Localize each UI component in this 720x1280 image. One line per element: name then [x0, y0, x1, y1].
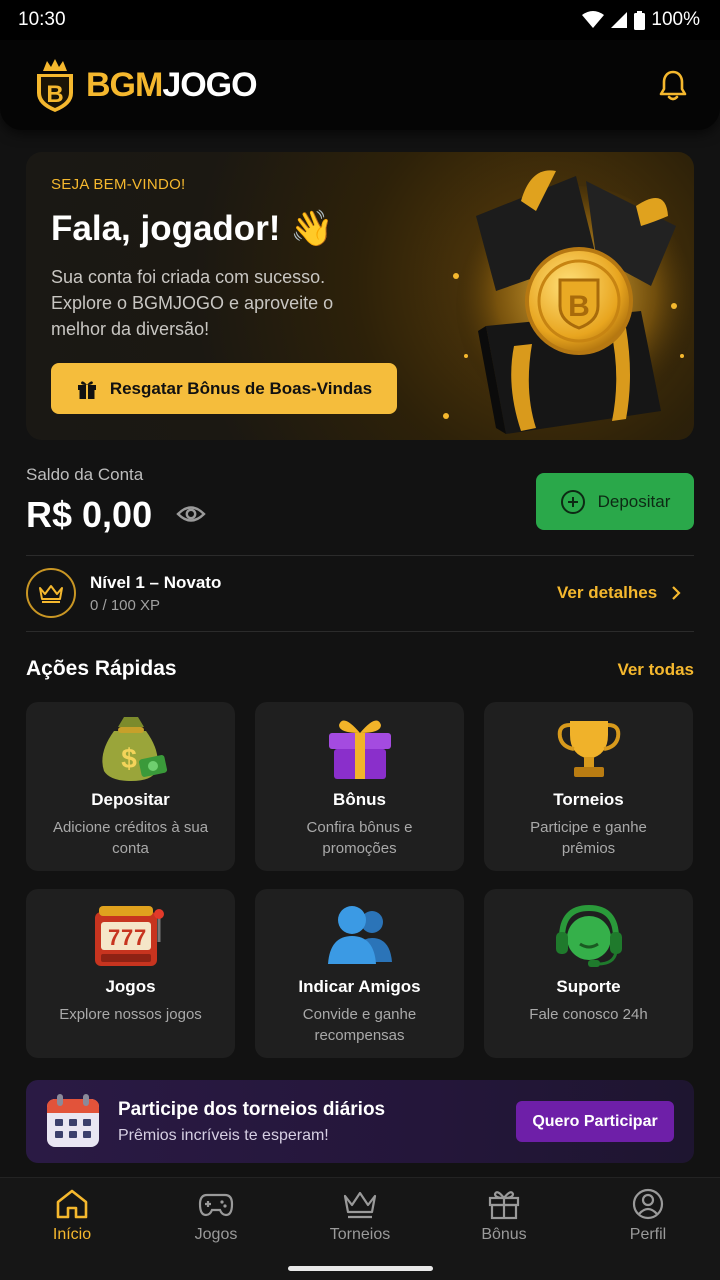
bell-icon[interactable]: [658, 69, 688, 101]
nav-label: Bônus: [481, 1226, 527, 1243]
nav-tournaments[interactable]: Torneios: [288, 1178, 432, 1258]
status-icons: 100%: [582, 9, 700, 31]
nav-profile[interactable]: Perfil: [576, 1178, 720, 1258]
quick-action-desc: Fale conosco 24h: [529, 1006, 648, 1023]
app-header: B BGMJOGO: [0, 40, 720, 130]
claim-welcome-bonus-label: Resgatar Bônus de Boas-Vindas: [109, 378, 373, 398]
quick-action-desc: Participe e ganhe prêmios: [530, 819, 647, 857]
quick-action-title: Suporte: [556, 977, 621, 996]
crown-icon: [39, 585, 63, 603]
divider: [26, 555, 694, 556]
nav-home[interactable]: Início: [0, 1178, 144, 1258]
quick-action-desc: Convide e ganhe recompensas: [302, 1006, 417, 1044]
quick-action-desc: Confira bônus e promoções: [306, 819, 413, 857]
battery-icon: [634, 10, 646, 30]
join-tournament-button[interactable]: Quero Participar: [516, 1101, 674, 1142]
user-circle-icon: [632, 1188, 664, 1220]
quick-action-desc: Explore nossos jogos: [59, 1006, 202, 1023]
nav-label: Jogos: [194, 1226, 238, 1243]
nav-bonus[interactable]: Bônus: [432, 1178, 576, 1258]
home-icon: [56, 1189, 88, 1219]
see-all-link[interactable]: Ver todas: [617, 660, 694, 680]
quick-action-bonus[interactable]: Bônus Confira bônus e promoções: [255, 702, 464, 871]
gift-icon: [77, 380, 96, 399]
quick-action-tournaments[interactable]: Torneios Participe e ganhe prêmios: [484, 702, 693, 871]
chevron-right-icon: [672, 586, 681, 600]
gift-icon: [488, 1191, 520, 1220]
tournament-promo-banner: Participe dos torneios diários Prêmios i…: [26, 1080, 694, 1163]
divider: [26, 631, 694, 632]
shield-crown-b-icon: B: [37, 59, 73, 112]
svg-text:$: $: [121, 743, 137, 774]
quick-action-title: Bônus: [333, 790, 386, 809]
signal-icon: [611, 12, 628, 28]
quick-action-refer-friends[interactable]: Indicar Amigos Convide e ganhe recompens…: [255, 889, 464, 1058]
welcome-kicker: SEJA BEM-VINDO!: [51, 176, 186, 193]
status-time: 10:30: [18, 9, 66, 30]
deposit-label: Depositar: [597, 491, 671, 511]
trophy-icon: [557, 721, 620, 777]
eye-icon[interactable]: [176, 503, 206, 525]
crown-icon: [343, 1191, 377, 1219]
app-logo-text: BGMJOGO: [86, 65, 258, 104]
svg-text:B: B: [568, 290, 590, 323]
level-details-label: Ver detalhes: [557, 583, 658, 602]
quick-actions-grid: $ Depositar Adicione créditos à sua cont…: [26, 702, 694, 1058]
gamepad-icon: [198, 1193, 234, 1217]
welcome-title: Fala, jogador! 👋: [51, 209, 334, 248]
svg-text:7: 7: [108, 925, 120, 950]
app-logo[interactable]: B BGMJOGO: [34, 57, 258, 113]
bottom-navigation: Início Jogos Torneios Bônus Perfil: [0, 1177, 720, 1280]
promo-title: Participe dos torneios diários: [118, 1099, 386, 1120]
calendar-icon: [47, 1094, 99, 1147]
quick-action-games[interactable]: 7 7 7 Jogos Explore nossos jogos: [26, 889, 235, 1058]
quick-action-title: Jogos: [105, 977, 156, 996]
nav-games[interactable]: Jogos: [144, 1178, 288, 1258]
status-bar: 10:30 100%: [0, 0, 720, 40]
level-details-link[interactable]: Ver detalhes: [557, 583, 681, 603]
claim-welcome-bonus-button[interactable]: Resgatar Bônus de Boas-Vindas: [51, 363, 397, 414]
balance-label: Saldo da Conta: [26, 465, 144, 484]
money-bag-icon: $: [101, 717, 167, 781]
headset-icon: [555, 904, 622, 967]
quick-action-title: Indicar Amigos: [298, 977, 421, 996]
quick-actions-title: Ações Rápidas: [26, 657, 177, 680]
svg-text:7: 7: [134, 925, 146, 950]
home-indicator[interactable]: [288, 1266, 433, 1271]
wifi-icon: [582, 11, 605, 28]
welcome-description: Sua conta foi criada com sucesso. Explor…: [51, 267, 334, 339]
balance-value: R$ 0,00: [26, 494, 153, 535]
welcome-banner: SEJA BEM-VINDO! Fala, jogador! 👋 Sua con…: [26, 152, 694, 440]
quick-action-title: Depositar: [91, 790, 170, 809]
nav-label: Perfil: [629, 1226, 667, 1243]
level-xp: 0 / 100 XP: [90, 597, 161, 614]
gift-box-gold-coin-illustration: B: [443, 170, 692, 434]
gift-icon: [328, 720, 391, 779]
quick-action-title: Torneios: [553, 790, 624, 809]
plus-circle-icon: [560, 489, 585, 514]
level-badge: [26, 568, 76, 618]
svg-text:B: B: [46, 81, 63, 108]
quick-action-desc: Adicione créditos à sua conta: [52, 819, 209, 857]
quick-action-support[interactable]: Suporte Fale conosco 24h: [484, 889, 693, 1058]
slot-machine-icon: 7 7 7: [94, 906, 164, 966]
quick-action-deposit[interactable]: $ Depositar Adicione créditos à sua cont…: [26, 702, 235, 871]
promo-subtitle: Prêmios incríveis te esperam!: [118, 1127, 329, 1144]
users-icon: [327, 906, 392, 964]
nav-label: Torneios: [329, 1226, 391, 1243]
svg-text:7: 7: [121, 925, 133, 950]
nav-label: Início: [52, 1226, 92, 1243]
deposit-button[interactable]: Depositar: [536, 473, 694, 530]
level-title: Nível 1 – Novato: [90, 573, 222, 592]
battery-percent: 100%: [651, 9, 700, 30]
